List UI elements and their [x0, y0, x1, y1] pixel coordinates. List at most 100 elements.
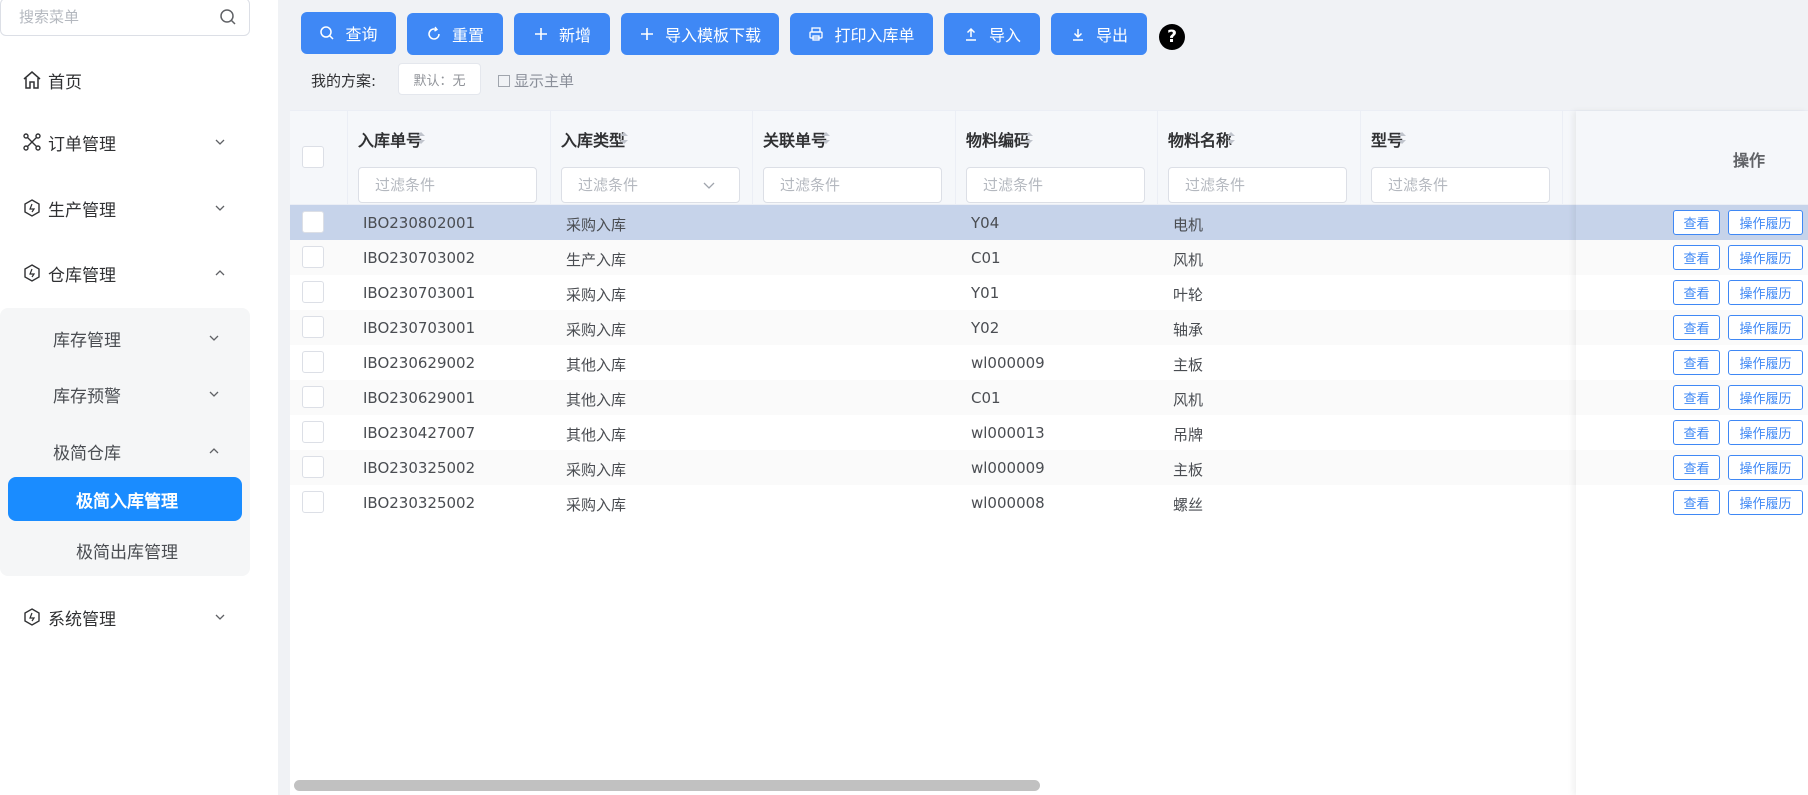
menu-item-orders[interactable]: 订单管理	[0, 120, 250, 164]
row-checkbox[interactable]	[302, 281, 324, 303]
history-button[interactable]: 操作履历	[1728, 315, 1803, 340]
plus-icon	[534, 28, 547, 40]
chevron-down-icon	[703, 182, 715, 189]
menu-label: 系统管理	[48, 609, 116, 630]
cell-inbound-no: IBO230325002	[363, 494, 476, 512]
help-icon[interactable]: ?	[1159, 24, 1185, 50]
row-checkbox[interactable]	[302, 386, 324, 408]
ops-row: 查看 操作履历	[1576, 450, 1808, 485]
query-label: 查询	[345, 25, 378, 44]
header-inbound-type: 入库类型	[551, 111, 753, 205]
leaf-label: 极简入库管理	[76, 491, 178, 512]
header-related-no: 关联单号	[753, 111, 956, 205]
sort-icon[interactable]	[619, 130, 629, 146]
cell-inbound-no: IBO230703001	[363, 284, 476, 302]
cell-inbound-no: IBO230427007	[363, 424, 476, 442]
view-button[interactable]: 查看	[1673, 490, 1720, 515]
row-checkbox[interactable]	[302, 351, 324, 373]
cell-material-name: 风机	[1173, 391, 1204, 409]
filter-input-inbound-no[interactable]	[358, 167, 537, 203]
column-label: 物料编码	[966, 131, 1031, 150]
view-button[interactable]: 查看	[1673, 350, 1720, 375]
submenu-label: 库存管理	[53, 330, 121, 351]
horizontal-scrollbar[interactable]	[294, 780, 1040, 791]
cell-material-name: 主板	[1173, 356, 1204, 374]
menu-item-production[interactable]: 生产管理	[0, 186, 250, 230]
row-checkbox[interactable]	[302, 456, 324, 478]
sort-icon[interactable]	[1397, 130, 1407, 146]
operations-title: 操作	[1733, 151, 1766, 170]
menu-item-warehouse[interactable]: 仓库管理	[0, 251, 250, 295]
query-button[interactable]: 查询	[301, 12, 396, 54]
print-label: 打印入库单	[834, 26, 915, 45]
sort-icon[interactable]	[1024, 130, 1034, 146]
menu-item-system[interactable]: 系统管理	[0, 595, 250, 639]
cell-inbound-type: 生产入库	[566, 251, 627, 269]
filter-input-model[interactable]	[1371, 167, 1550, 203]
cell-material-name: 螺丝	[1173, 496, 1204, 514]
reset-button[interactable]: 重置	[407, 13, 503, 55]
view-button[interactable]: 查看	[1673, 420, 1720, 445]
leaf-item-simple-inbound[interactable]: 极简入库管理	[8, 477, 242, 521]
row-checkbox[interactable]	[302, 211, 324, 233]
network-icon	[23, 133, 41, 151]
view-button[interactable]: 查看	[1673, 210, 1720, 235]
history-button[interactable]: 操作履历	[1728, 385, 1803, 410]
scheme-default-chip[interactable]: 默认：无	[398, 63, 481, 95]
chevron-down-icon	[215, 205, 225, 211]
chevron-down-icon	[209, 391, 219, 397]
chevron-down-icon	[209, 335, 219, 341]
sort-icon[interactable]	[416, 130, 426, 146]
menu-item-home[interactable]: 首页	[0, 58, 250, 102]
submenu-item-inventory-alert[interactable]: 库存预警	[0, 372, 250, 416]
import-button[interactable]: 导入	[944, 13, 1040, 55]
template-download-button[interactable]: 导入模板下载	[621, 13, 779, 55]
chevron-up-icon	[209, 448, 219, 454]
sort-icon[interactable]	[821, 130, 831, 146]
history-button[interactable]: 操作履历	[1728, 245, 1803, 270]
header-select-cell	[290, 111, 348, 205]
row-checkbox[interactable]	[302, 316, 324, 338]
history-button[interactable]: 操作履历	[1728, 350, 1803, 375]
export-button[interactable]: 导出	[1051, 13, 1147, 55]
history-button[interactable]: 操作履历	[1728, 455, 1803, 480]
filter-input-material-name[interactable]	[1168, 167, 1347, 203]
chevron-up-icon	[215, 270, 225, 276]
plus-icon	[640, 28, 653, 40]
add-button[interactable]: 新增	[514, 13, 610, 55]
row-checkbox[interactable]	[302, 491, 324, 513]
search-icon[interactable]	[219, 8, 237, 26]
chevron-down-icon	[215, 139, 225, 145]
submenu-item-inventory[interactable]: 库存管理	[0, 316, 250, 360]
view-button[interactable]: 查看	[1673, 385, 1720, 410]
show-main-label: 显示主单	[514, 72, 575, 90]
row-checkbox[interactable]	[302, 246, 324, 268]
cell-material-name: 轴承	[1173, 321, 1204, 339]
show-main-toggle[interactable]: 显示主单	[498, 70, 574, 91]
view-button[interactable]: 查看	[1673, 455, 1720, 480]
submenu-item-simple-warehouse[interactable]: 极简仓库	[0, 429, 250, 473]
history-button[interactable]: 操作履历	[1728, 280, 1803, 305]
view-button[interactable]: 查看	[1673, 245, 1720, 270]
filter-input-related-no[interactable]	[763, 167, 942, 203]
cell-inbound-type: 采购入库	[566, 286, 627, 304]
show-main-checkbox[interactable]	[498, 74, 510, 87]
sidebar: 首页 订单管理 生产管理 仓库管理 库存管理 库存预警 极简仓库 极简入库管理 …	[0, 0, 278, 795]
ops-row: 查看 操作履历	[1576, 240, 1808, 275]
leaf-item-simple-outbound[interactable]: 极简出库管理	[8, 528, 242, 572]
print-button[interactable]: 打印入库单	[790, 13, 933, 55]
cell-inbound-type: 其他入库	[566, 356, 627, 374]
cell-inbound-no: IBO230629002	[363, 354, 476, 372]
cell-inbound-type: 其他入库	[566, 391, 627, 409]
row-checkbox[interactable]	[302, 421, 324, 443]
filter-input-material-code[interactable]	[966, 167, 1145, 203]
menu-search-input[interactable]	[19, 8, 209, 26]
history-button[interactable]: 操作履历	[1728, 490, 1803, 515]
select-all-checkbox[interactable]	[302, 146, 324, 168]
view-button[interactable]: 查看	[1673, 315, 1720, 340]
sort-icon[interactable]	[1226, 130, 1236, 146]
ops-row: 查看 操作履历	[1576, 275, 1808, 310]
history-button[interactable]: 操作履历	[1728, 420, 1803, 445]
history-button[interactable]: 操作履历	[1728, 210, 1803, 235]
view-button[interactable]: 查看	[1673, 280, 1720, 305]
